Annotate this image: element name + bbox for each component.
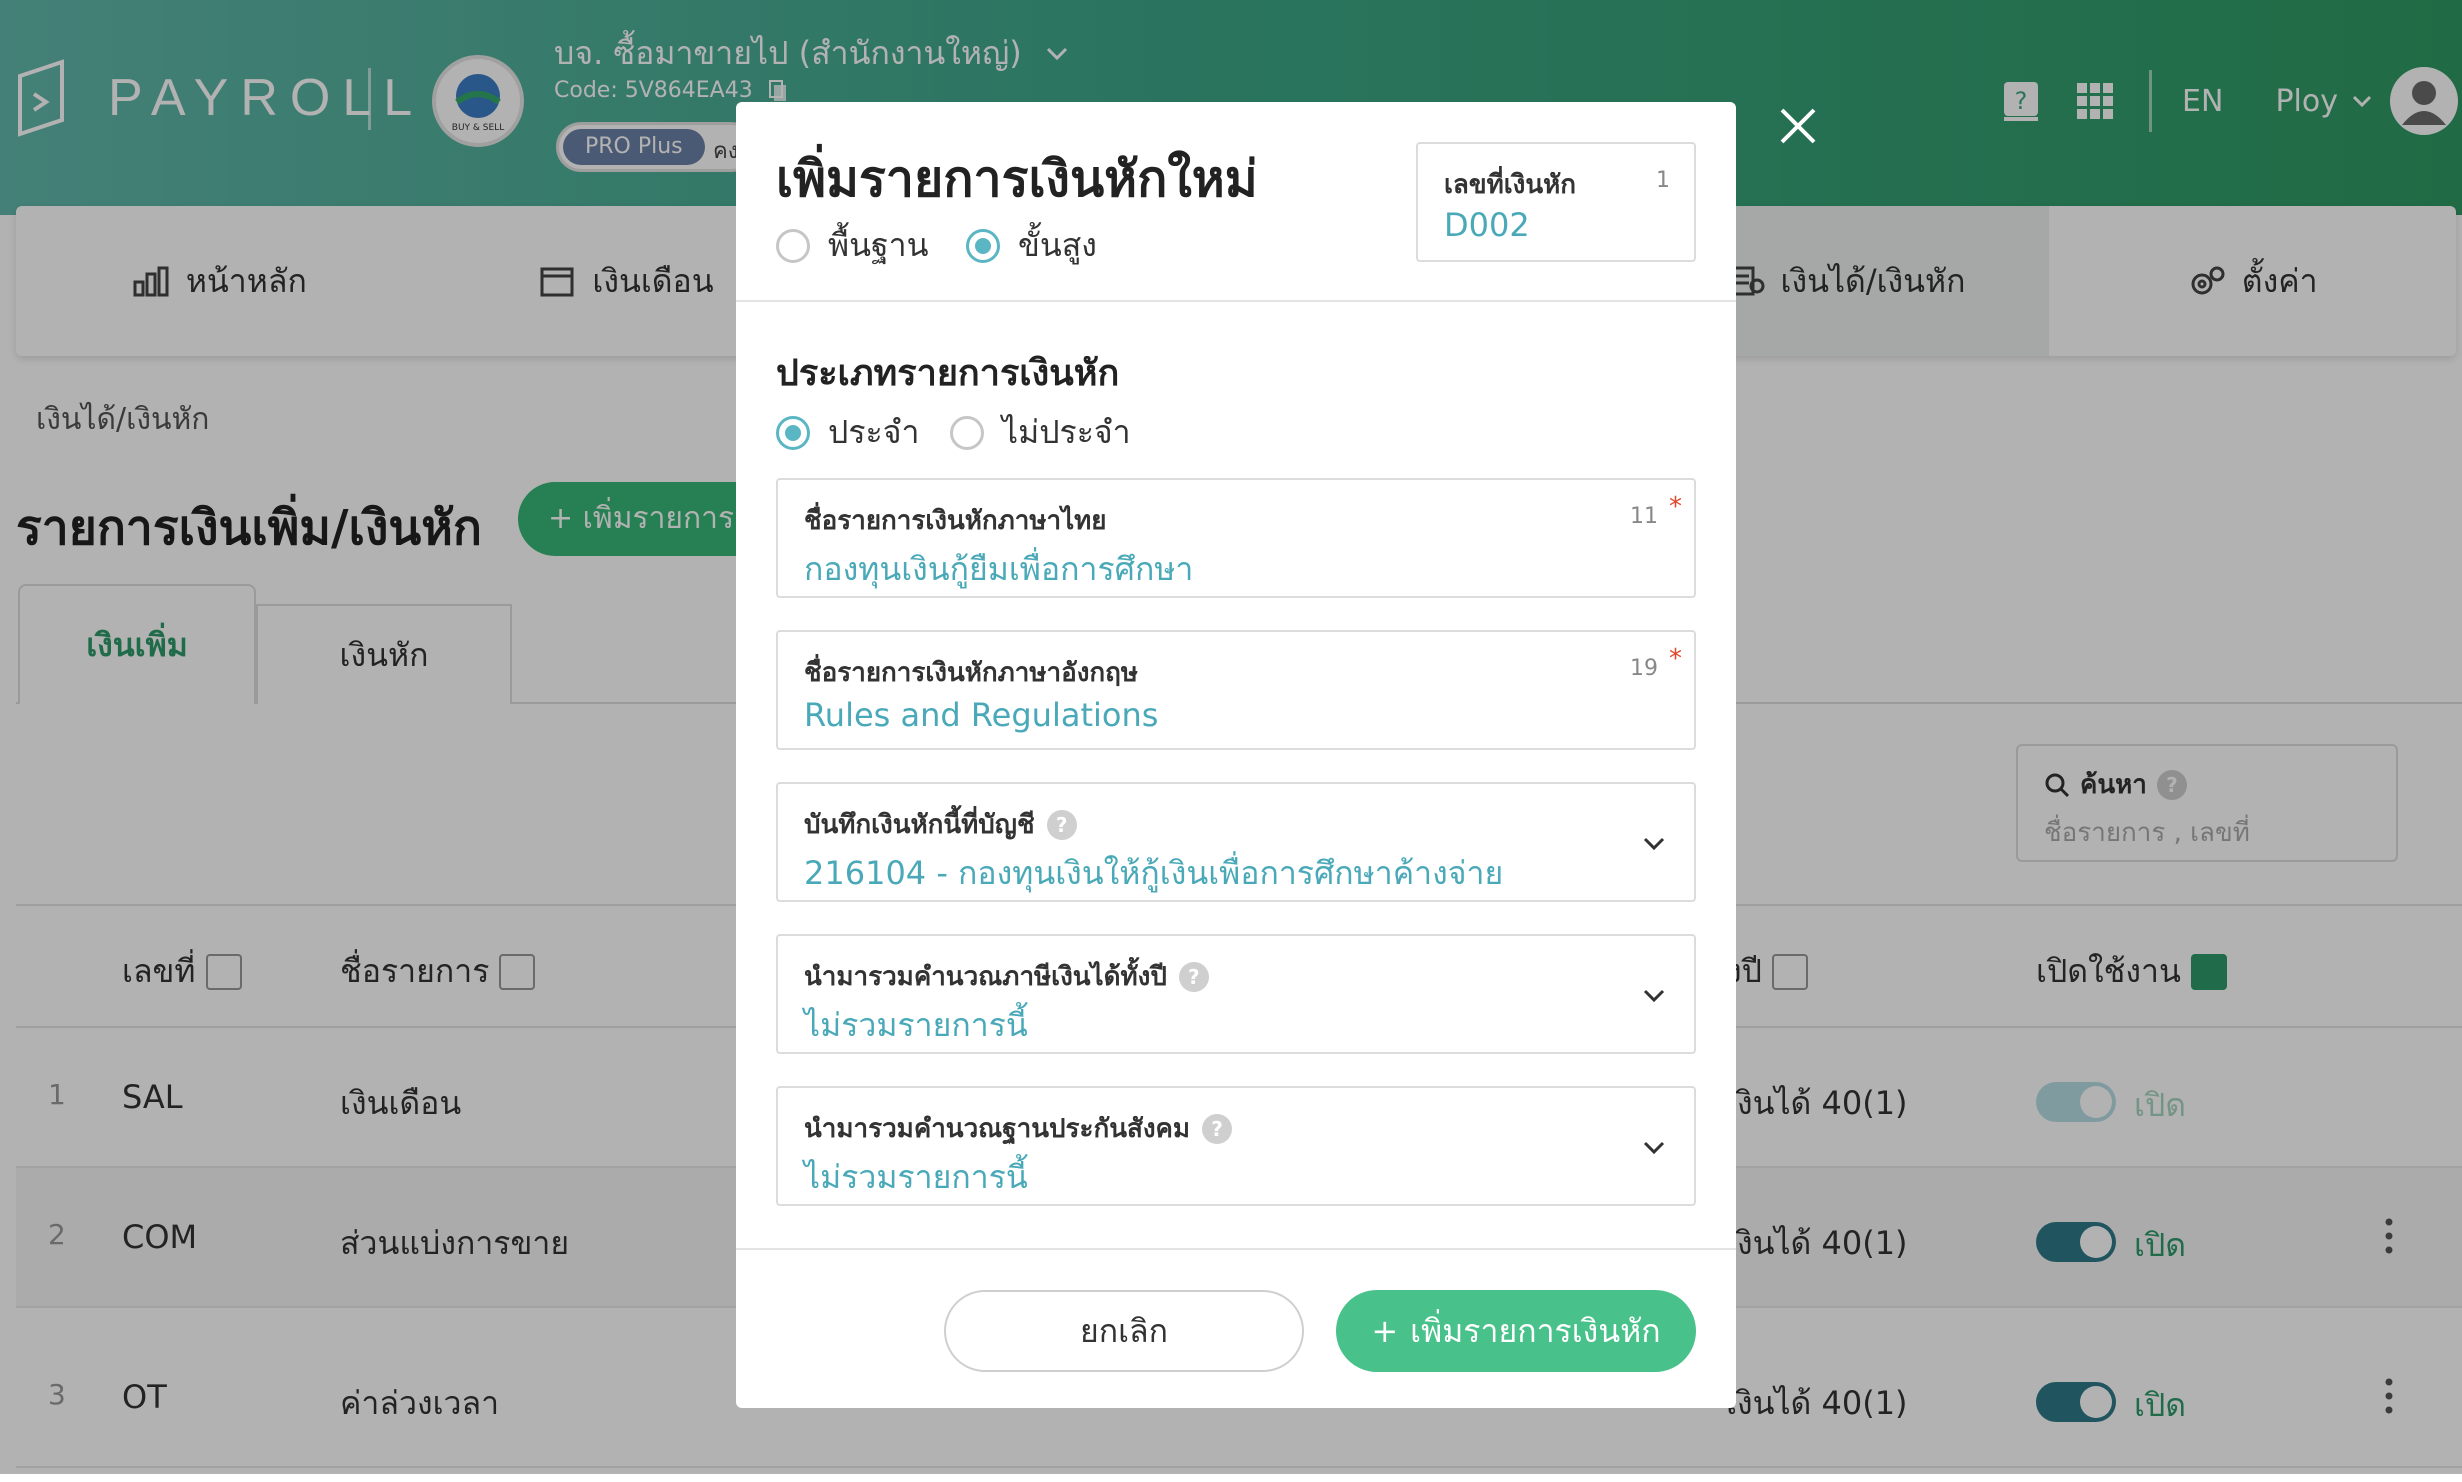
plus-icon: + (1371, 1312, 1399, 1350)
field-value: ไม่รวมรายการนี้ (804, 1006, 1028, 1044)
field-label: นำมารวมคำนวณภาษีเงินได้ทั้งปี ? (804, 956, 1209, 997)
field-label: นำมารวมคำนวณฐานประกันสังคม ? (804, 1108, 1233, 1149)
mode-radio-basic[interactable]: พื้นฐาน (776, 220, 928, 271)
social-security-select[interactable]: นำมารวมคำนวณฐานประกันสังคม ? ไม่รวมรายกา… (776, 1086, 1696, 1206)
radio-label: พื้นฐาน (828, 226, 929, 264)
field-label: บันทึกเงินหักนี้ที่บัญชี ? (804, 804, 1077, 845)
char-count: 11 (1630, 504, 1658, 529)
radio-label: ขั้นสูง (1018, 226, 1097, 264)
field-label: ชื่อรายการเงินหักภาษาอังกฤษ (804, 658, 1139, 688)
divider (736, 1248, 1736, 1250)
chevron-down-icon (1643, 1141, 1665, 1155)
section-title: ประเภทรายการเงินหัก (776, 353, 1120, 394)
field-label: ชื่อรายการเงินหักภาษาไทย (804, 506, 1107, 536)
radio-label: ประจำ (828, 413, 920, 451)
field-value[interactable]: D002 (1444, 206, 1530, 244)
account-select[interactable]: บันทึกเงินหักนี้ที่บัญชี ? 216104 - กองท… (776, 782, 1696, 902)
chevron-down-icon (1643, 837, 1665, 851)
deduction-code-field[interactable]: เลขที่เงินหัก 1 D002 (1416, 142, 1696, 262)
required-marker: * (1669, 644, 1682, 674)
char-count: 19 (1630, 656, 1658, 681)
radio-label: ไม่ประจำ (1002, 413, 1131, 451)
button-label: เพิ่มรายการเงินหัก (1410, 1311, 1661, 1350)
required-marker: * (1669, 492, 1682, 522)
field-label: เลขที่เงินหัก (1444, 170, 1576, 200)
radio-button[interactable] (966, 228, 1000, 263)
help-icon[interactable]: ? (1202, 1113, 1233, 1144)
name-thai-field[interactable]: ชื่อรายการเงินหักภาษาไทย 11 * กองทุนเงิน… (776, 478, 1696, 598)
close-icon[interactable] (1776, 104, 1820, 148)
mode-radio-advanced[interactable]: ขั้นสูง (966, 220, 1097, 271)
char-count: 1 (1656, 168, 1670, 193)
add-deduction-button[interactable]: + เพิ่มรายการเงินหัก (1336, 1290, 1696, 1372)
divider (736, 300, 1736, 302)
add-deduction-modal: เพิ่มรายการเงินหักใหม่ พื้นฐาน ขั้นสูง เ… (736, 102, 1736, 1408)
help-icon[interactable]: ? (1046, 809, 1077, 840)
help-icon[interactable]: ? (1178, 961, 1209, 992)
radio-button[interactable] (776, 228, 810, 263)
field-value: ไม่รวมรายการนี้ (804, 1158, 1028, 1196)
radio-button[interactable] (950, 415, 984, 450)
type-radio-nonrecurring[interactable]: ไม่ประจำ (950, 407, 1131, 458)
field-value: 216104 - กองทุนเงินให้กู้เงินเพื่อการศึก… (804, 854, 1504, 892)
cancel-button[interactable]: ยกเลิก (944, 1290, 1304, 1372)
modal-title: เพิ่มรายการเงินหักใหม่ (776, 150, 1258, 208)
field-value[interactable]: Rules and Regulations (804, 696, 1158, 734)
tax-calc-select[interactable]: นำมารวมคำนวณภาษีเงินได้ทั้งปี ? ไม่รวมรา… (776, 934, 1696, 1054)
name-english-field[interactable]: ชื่อรายการเงินหักภาษาอังกฤษ 19 * Rules a… (776, 630, 1696, 750)
chevron-down-icon (1643, 989, 1665, 1003)
type-radio-recurring[interactable]: ประจำ (776, 407, 919, 458)
radio-button[interactable] (776, 415, 810, 450)
field-value[interactable]: กองทุนเงินกู้ยืมเพื่อการศึกษา (804, 544, 1193, 595)
